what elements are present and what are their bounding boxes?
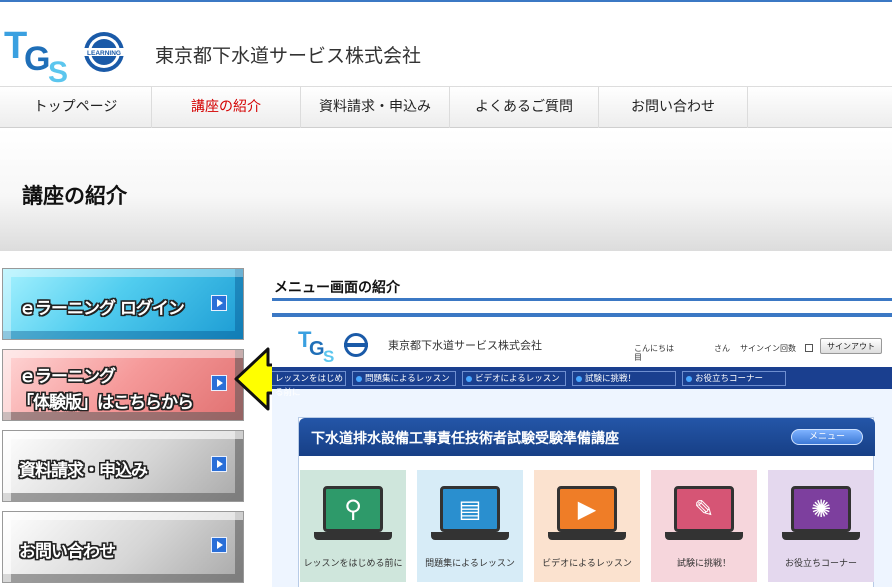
page-title: 講座の紹介 [22,184,127,208]
lightbulb-icon: ✺ [810,495,832,523]
preview-menu-card[interactable]: ✺ お役立ちコーナー [768,470,874,582]
site-header: T G S LEARNING 東京都下水道サービス株式会社 [0,2,892,84]
arrow-right-icon [211,375,227,391]
calendar-icon [805,344,813,352]
preview-nav-useful[interactable]: お役立ちコーナー [682,371,786,386]
magnifier-icon: ⚲ [344,495,362,523]
trial-button-label-2: 「体験版」はこちらから [17,393,194,413]
book-icon: ▤ [458,495,482,523]
svg-text:G: G [24,40,50,78]
card-caption: 試験に挑戦！ [676,559,731,569]
laptop-screen: ⚲ [323,486,383,532]
preview-signin-count: サインイン回数 [740,344,796,353]
preview-nav-video[interactable]: ビデオによるレッスン [462,371,566,386]
section-divider [272,298,892,301]
card-caption: ビデオによるレッスン [542,559,632,569]
preview-menu-card[interactable]: ✎ 試験に挑戦！ [651,470,757,582]
nav-item-contact[interactable]: お問い合わせ [599,87,748,128]
arrow-right-icon [211,295,227,311]
laptop-base [665,532,743,540]
preview-menu-card[interactable]: ⚲ レッスンをはじめる前に [300,470,406,582]
svg-text:LEARNING: LEARNING [87,50,121,57]
laptop-screen: ▶ [557,486,617,532]
nav-item-top[interactable]: トップページ [0,87,152,128]
preview-menu-button[interactable]: メニュー [791,429,863,445]
preview-nav-workbook[interactable]: 問題集によるレッスン [352,371,456,386]
preview-company-name: 東京都下水道サービス株式会社 [388,339,542,352]
preview-menu-card[interactable]: ▶ ビデオによるレッスン [534,470,640,582]
trial-button-label-1: ｅラーニング [19,367,116,387]
nav-item-courses[interactable]: 講座の紹介 [152,87,301,128]
preview-nav-exam[interactable]: 試験に挑戦！ [572,371,676,386]
laptop-screen: ✎ [674,486,734,532]
contact-button[interactable]: お問い合わせ [2,511,244,583]
company-name: 東京都下水道サービス株式会社 [155,45,422,67]
play-icon: ▶ [577,495,597,523]
svg-text:S: S [48,56,68,84]
laptop-screen: ✺ [791,486,851,532]
contact-button-label: お問い合わせ [19,542,116,562]
arrow-right-icon [211,456,227,472]
tgs-learning-logo[interactable]: T G S LEARNING [4,22,128,84]
preview-course-panel: 下水道排水設備工事責任技術者試験受験準備講座 メニュー ⚲ レッスンをはじめる前に… [298,417,875,587]
preview-panel-header: 下水道排水設備工事責任技術者試験受験準備講座 メニュー [299,418,875,456]
preview-signout-button[interactable]: サインアウト [820,338,882,354]
request-materials-button[interactable]: 資料請求・申込み [2,430,244,502]
card-caption: レッスンをはじめる前に [303,559,403,569]
trial-version-button[interactable]: ｅラーニング 「体験版」はこちらから [2,349,244,421]
laptop-base [782,532,860,540]
nav-item-faq[interactable]: よくあるご質問 [450,87,599,128]
svg-text:S: S [323,347,334,363]
card-caption: 問題集によるレッスン [425,559,515,569]
sidebar: ｅラーニング ログイン ｅラーニング 「体験版」はこちらから 資料請求・申込み … [0,265,246,587]
preview-nav: レッスンをはじめる前に 問題集によるレッスン ビデオによるレッスン 試験に挑戦！… [272,367,892,398]
main-nav: トップページ 講座の紹介 資料請求・申込み よくあるご質問 お問い合わせ [0,86,892,128]
laptop-screen: ▤ [440,486,500,532]
preview-greeting: こんにちは 目 [634,344,674,362]
arrow-right-icon [211,537,227,553]
preview-user-suffix: さん [714,344,730,353]
pencil-icon: ✎ [693,495,715,523]
elearning-login-button[interactable]: ｅラーニング ログイン [2,268,244,340]
card-caption: お役立ちコーナー [784,559,857,569]
preview-panel-title: 下水道排水設備工事責任技術者試験受験準備講座 [311,431,619,447]
menu-screen-preview: T G S 東京都下水道サービス株式会社 こんにちは 目 さん サインイン回数 … [272,313,892,587]
preview-header: T G S 東京都下水道サービス株式会社 こんにちは 目 さん サインイン回数 … [272,317,892,367]
preview-menu-card[interactable]: ▤ 問題集によるレッスン [417,470,523,582]
section-title: メニュー画面の紹介 [274,280,400,296]
login-button-label: ｅラーニング ログイン [19,299,185,319]
request-button-label: 資料請求・申込み [19,461,148,481]
title-band [0,129,892,251]
laptop-base [431,532,509,540]
laptop-base [548,532,626,540]
nav-item-request[interactable]: 資料請求・申込み [301,87,450,128]
preview-logo: T G S [298,327,368,363]
preview-nav-before-lesson[interactable]: レッスンをはじめる前に [272,371,346,398]
laptop-base [314,532,392,540]
